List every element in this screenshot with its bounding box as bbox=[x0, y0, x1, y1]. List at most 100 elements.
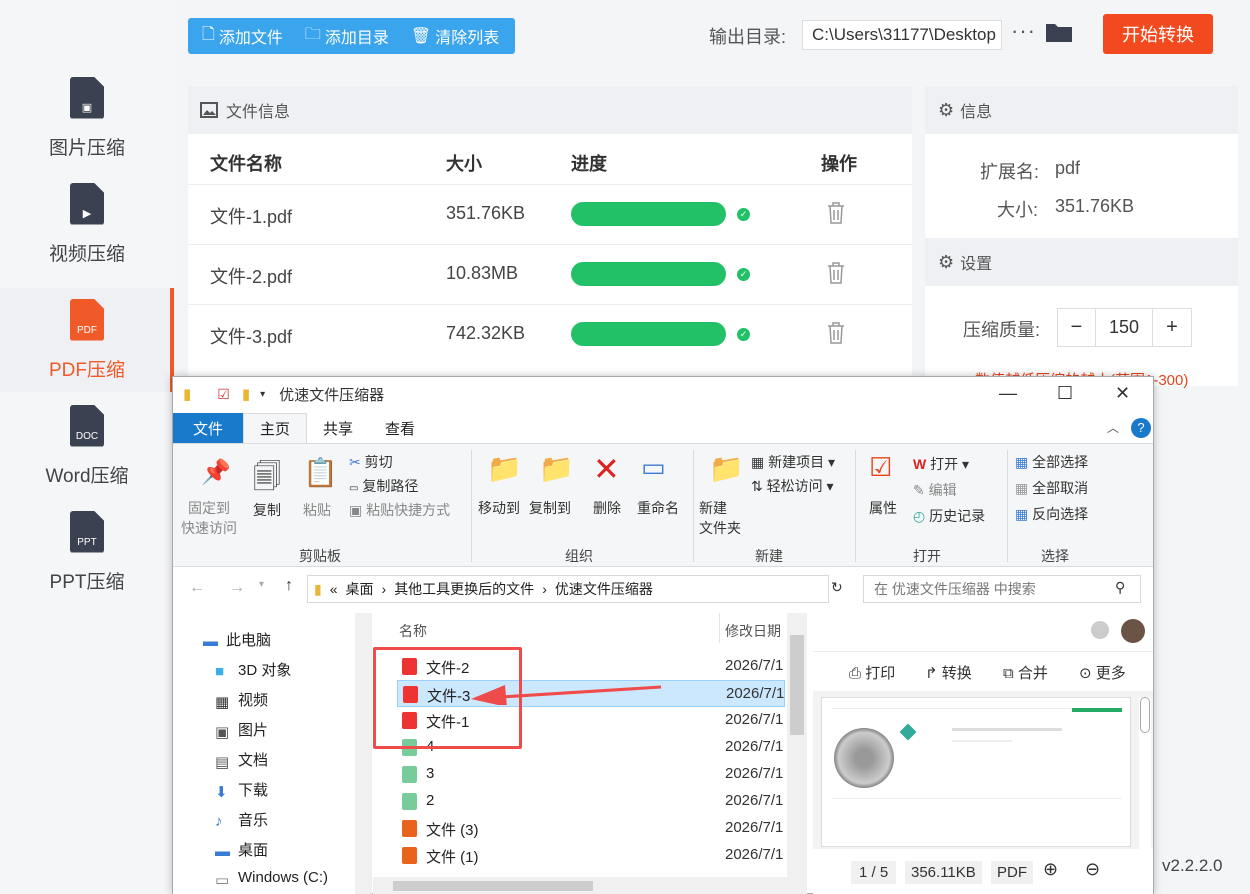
tab-home[interactable]: 主页 bbox=[243, 413, 308, 443]
paste-button[interactable]: 粘贴 bbox=[303, 500, 331, 520]
nav-item-this-pc[interactable]: ▬ 此电脑 bbox=[203, 629, 271, 650]
sidebar-item-pdf[interactable]: PDF PDF压缩 bbox=[0, 288, 174, 392]
minimize-button[interactable]: — bbox=[999, 383, 1017, 404]
nav-item-pictures[interactable]: ▣ 图片 bbox=[215, 719, 268, 741]
breadcrumb-other-tools[interactable]: 其他工具更换后的文件 bbox=[394, 579, 534, 599]
up-arrow-icon[interactable]: ↑ bbox=[285, 577, 293, 595]
add-file-button[interactable]: 🗋 添加文件 bbox=[202, 23, 283, 50]
zoom-in-icon[interactable]: ⊕ bbox=[1043, 859, 1058, 880]
nav-item-videos[interactable]: ▦ 视频 bbox=[215, 689, 268, 711]
history-icon: ◴ bbox=[913, 508, 926, 524]
page-indicator[interactable]: 1 / 5 bbox=[851, 861, 897, 884]
nav-item-3d-objects[interactable]: ■ 3D 对象 bbox=[215, 659, 291, 680]
edit-icon: ✎ bbox=[913, 482, 925, 498]
open-folder-icon[interactable] bbox=[1046, 22, 1072, 42]
nav-item-music[interactable]: ♪ 音乐 bbox=[215, 809, 268, 830]
collapse-ribbon-icon[interactable]: ︿ bbox=[1107, 419, 1119, 436]
column-header-date[interactable]: 修改日期 bbox=[725, 621, 781, 641]
copy-path-button[interactable]: ▭ 复制路径 bbox=[349, 476, 418, 496]
column-header-name[interactable]: 名称 bbox=[399, 621, 427, 641]
list-item[interactable]: 文件 (3) 2026/7/1 bbox=[373, 815, 785, 842]
delete-icon[interactable] bbox=[826, 201, 846, 225]
properties-button[interactable]: 属性 bbox=[869, 498, 897, 518]
close-button[interactable]: ✕ bbox=[1115, 383, 1130, 404]
rename-button[interactable]: 重命名 bbox=[637, 498, 679, 518]
file-list-hscrollbar[interactable] bbox=[373, 877, 787, 894]
open-button[interactable]: W 打开 ▾ bbox=[913, 454, 969, 474]
nav-item-windows-c[interactable]: ▭ Windows (C:) bbox=[215, 869, 328, 889]
pdf-page-preview[interactable] bbox=[821, 697, 1131, 847]
properties-quick-icon[interactable]: ☑ bbox=[217, 386, 230, 403]
select-all-button[interactable]: ▦ 全部选择 bbox=[1015, 452, 1088, 472]
tab-file[interactable]: 文件 bbox=[173, 413, 243, 443]
quality-input[interactable]: 150 bbox=[1096, 309, 1152, 346]
edit-button[interactable]: ✎ 编辑 bbox=[913, 480, 957, 500]
preview-toolbar: ⎙ 打印 ↱ 转换 ⧉ 合并 ⊙ 更多 bbox=[813, 651, 1153, 691]
increase-button[interactable]: + bbox=[1152, 309, 1191, 346]
new-folder-button[interactable]: 新建 文件夹 bbox=[699, 498, 741, 538]
more-button[interactable]: ⊙ 更多 bbox=[1079, 662, 1126, 683]
delete-icon[interactable] bbox=[826, 321, 846, 345]
easy-access-button[interactable]: ⇅ 轻松访问 ▾ bbox=[751, 476, 834, 496]
sidebar-item-video[interactable]: ▶ 视频压缩 bbox=[0, 172, 174, 276]
list-item[interactable]: 2 2026/7/1 bbox=[373, 788, 785, 815]
list-item[interactable]: 文件 (1) 2026/7/1 bbox=[373, 842, 785, 869]
explorer-titlebar: ▮ ☑ ▮ ▾ 优速文件压缩器 — ☐ ✕ bbox=[173, 377, 1153, 411]
history-button[interactable]: ◴ 历史记录 bbox=[913, 506, 985, 526]
breadcrumb-desktop[interactable]: 桌面 bbox=[346, 579, 374, 599]
more-options-button[interactable]: ··· bbox=[1011, 18, 1036, 44]
tab-share[interactable]: 共享 bbox=[307, 413, 369, 443]
printer-icon: ⎙ bbox=[849, 665, 862, 682]
forward-arrow-icon[interactable]: → bbox=[229, 579, 245, 597]
nav-item-downloads[interactable]: ⬇ 下载 bbox=[215, 779, 268, 801]
nav-item-documents[interactable]: ▤ 文档 bbox=[215, 749, 268, 771]
delete-icon[interactable] bbox=[826, 261, 846, 285]
convert-button[interactable]: ↱ 转换 bbox=[925, 662, 972, 683]
search-input[interactable]: 在 优速文件压缩器 中搜索 bbox=[863, 575, 1141, 603]
clear-list-button[interactable]: 🗑 清除列表 bbox=[411, 24, 499, 48]
help-icon[interactable]: ? bbox=[1131, 418, 1151, 438]
file-info-panel: 文件信息 文件名称 大小 进度 操作 文件-1.pdf 351.76KB ✓ 文… bbox=[188, 86, 912, 386]
select-none-button[interactable]: ▦ 全部取消 bbox=[1015, 478, 1088, 498]
convert-icon: ↱ bbox=[925, 665, 938, 682]
move-to-button[interactable]: 移动到 bbox=[478, 498, 520, 518]
drive-icon: ▭ bbox=[215, 871, 230, 889]
nav-scrollbar[interactable] bbox=[355, 613, 372, 894]
new-folder-quick-icon[interactable]: ▮ bbox=[242, 385, 250, 403]
invert-selection-button[interactable]: ▦ 反向选择 bbox=[1015, 504, 1088, 524]
delete-button[interactable]: 删除 bbox=[593, 498, 621, 518]
copy-button[interactable]: 复制 bbox=[253, 500, 281, 520]
merge-button[interactable]: ⧉ 合并 bbox=[1003, 662, 1048, 683]
pin-quick-access-button[interactable]: 固定到 快速访问 bbox=[181, 498, 237, 538]
output-path-field[interactable]: C:\Users\31177\Desktop bbox=[802, 20, 1002, 50]
sidebar-item-image[interactable]: ▣ 图片压缩 bbox=[0, 66, 174, 170]
decrease-button[interactable]: − bbox=[1058, 309, 1096, 346]
file-list-scrollbar[interactable] bbox=[787, 613, 807, 894]
nav-item-desktop[interactable]: ▬ 桌面 bbox=[215, 839, 268, 860]
paste-shortcut-button[interactable]: ▣ 粘贴快捷方式 bbox=[349, 500, 450, 520]
tab-view[interactable]: 查看 bbox=[369, 413, 431, 443]
sidebar-item-word[interactable]: DOC Word压缩 bbox=[0, 394, 174, 498]
sidebar-item-ppt[interactable]: PPT PPT压缩 bbox=[0, 500, 174, 604]
zoom-out-icon[interactable]: ⊖ bbox=[1085, 859, 1100, 880]
size-label: 大小: bbox=[997, 200, 1039, 220]
add-directory-button[interactable]: 🗀 添加目录 bbox=[305, 23, 389, 50]
copy-to-button[interactable]: 复制到 bbox=[529, 498, 571, 518]
list-item[interactable]: 3 2026/7/1 bbox=[373, 761, 785, 788]
group-select-label: 选择 bbox=[1041, 548, 1069, 564]
chevron-down-icon[interactable]: ▾ bbox=[260, 389, 265, 400]
ribbon: 📌 固定到 快速访问 🗐 复制 📋 粘贴 ✂ 剪切 ▭ 复制路径 ▣ 粘贴快捷方… bbox=[173, 443, 1153, 567]
print-button[interactable]: ⎙ 打印 bbox=[849, 662, 895, 683]
chevron-down-icon[interactable]: ▾ bbox=[259, 579, 264, 590]
info-panel: ⚙ 信息 扩展名: pdf 大小: 351.76KB ⚙ 设置 压缩质量: − … bbox=[925, 86, 1238, 386]
cut-button[interactable]: ✂ 剪切 bbox=[349, 452, 393, 472]
new-item-button[interactable]: ▦ 新建项目 ▾ bbox=[751, 452, 835, 472]
breadcrumb-current[interactable]: 优速文件压缩器 bbox=[555, 579, 653, 599]
start-convert-button[interactable]: 开始转换 bbox=[1103, 14, 1213, 54]
avatar[interactable] bbox=[1121, 619, 1145, 643]
refresh-icon[interactable]: ↻ bbox=[831, 579, 843, 596]
back-arrow-icon[interactable]: ← bbox=[189, 579, 205, 597]
breadcrumb[interactable]: ▮ « 桌面 › 其他工具更换后的文件 › 优速文件压缩器 bbox=[307, 575, 829, 603]
navigation-pane: ▬ 此电脑 ■ 3D 对象 ▦ 视频 ▣ 图片 ▤ 文档 ⬇ 下载 ♪ 音乐 ▬ 桌面 ▭ Win… bbox=[173, 613, 355, 894]
maximize-button[interactable]: ☐ bbox=[1057, 383, 1073, 404]
